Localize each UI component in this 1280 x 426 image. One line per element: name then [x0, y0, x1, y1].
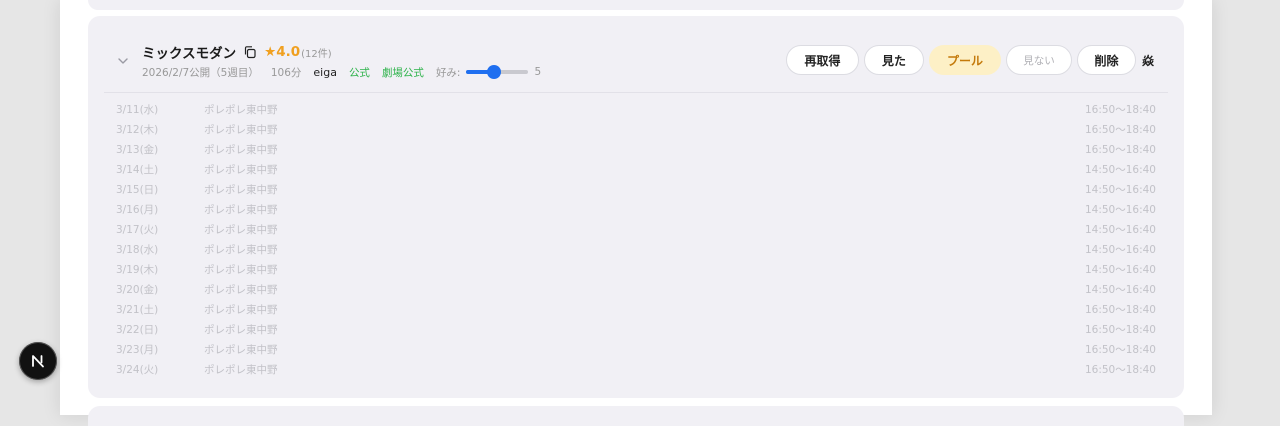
showtime-date: 3/16(月) — [116, 204, 159, 216]
showtime-venue: ポレポレ東中野 — [204, 344, 278, 356]
action-buttons: 再取得 見た プール 見ない 削除 焱 — [781, 45, 1156, 75]
divider — [104, 92, 1168, 93]
showtime-venue: ポレポレ東中野 — [204, 224, 278, 236]
showtime-date: 3/11(水) — [116, 104, 159, 116]
delete-button[interactable]: 削除 — [1077, 45, 1136, 75]
showtime-date: 3/19(木) — [116, 264, 159, 276]
showtime-date: 3/13(金) — [116, 144, 159, 156]
movie-card: ミックスモダン ★4.0 (12件) 2026/2/7公開（5週目） 106分 … — [88, 16, 1184, 398]
showtime-row: 3/17(火) ポレポレ東中野 14:50〜16:40 — [116, 218, 1156, 238]
showtime-time: 16:50〜18:40 — [1084, 124, 1156, 136]
showtime-time: 14:50〜16:40 — [1084, 244, 1156, 256]
showtime-row: 3/24(火) ポレポレ東中野 16:50〜18:40 — [116, 358, 1156, 378]
release-info: 2026/2/7公開（5週目） — [142, 66, 259, 79]
official-link[interactable]: 公式 — [349, 65, 370, 80]
next-logo-icon[interactable] — [19, 342, 57, 380]
showtime-row: 3/12(木) ポレポレ東中野 16:50〜18:40 — [116, 118, 1156, 138]
next-movie-card — [88, 406, 1184, 426]
truncated-action[interactable]: 焱 — [1142, 52, 1156, 69]
showtime-venue: ポレポレ東中野 — [204, 164, 278, 176]
n-letter — [32, 355, 44, 368]
showtime-time: 14:50〜16:40 — [1084, 264, 1156, 276]
showtime-date: 3/15(日) — [116, 184, 159, 196]
showtime-venue: ポレポレ東中野 — [204, 284, 278, 296]
preference-label: 好み: — [435, 66, 461, 79]
showtime-venue: ポレポレ東中野 — [204, 264, 278, 276]
showtime-venue: ポレポレ東中野 — [204, 184, 278, 196]
showtime-date: 3/20(金) — [116, 284, 159, 296]
showtime-row: 3/13(金) ポレポレ東中野 16:50〜18:40 — [116, 138, 1156, 158]
showtime-venue: ポレポレ東中野 — [204, 124, 278, 136]
showtime-row: 3/22(日) ポレポレ東中野 16:50〜18:40 — [116, 318, 1156, 338]
showtime-time: 14:50〜16:40 — [1084, 164, 1156, 176]
showtime-row: 3/19(木) ポレポレ東中野 14:50〜16:40 — [116, 258, 1156, 278]
showtime-venue: ポレポレ東中野 — [204, 304, 278, 316]
showtime-row: 3/18(水) ポレポレ東中野 14:50〜16:40 — [116, 238, 1156, 258]
showtime-venue: ポレポレ東中野 — [204, 104, 278, 116]
showtime-date: 3/24(火) — [116, 364, 159, 376]
runtime: 106分 — [270, 66, 302, 79]
showtime-date: 3/23(月) — [116, 344, 159, 356]
movie-meta: 2026/2/7公開（5週目） 106分 eiga 公式 劇場公式 好み: 5 — [142, 64, 541, 80]
showtime-time: 16:50〜18:40 — [1084, 144, 1156, 156]
showtime-time: 14:50〜16:40 — [1084, 224, 1156, 236]
rating: ★4.0 — [264, 44, 301, 60]
showtime-row: 3/23(月) ポレポレ東中野 16:50〜18:40 — [116, 338, 1156, 358]
showtime-date: 3/22(日) — [116, 324, 159, 336]
showtime-row: 3/21(土) ポレポレ東中野 16:50〜18:40 — [116, 298, 1156, 318]
showtime-venue: ポレポレ東中野 — [204, 364, 278, 376]
slider-thumb[interactable] — [487, 65, 502, 79]
showtime-venue: ポレポレ東中野 — [204, 144, 278, 156]
showtime-time: 16:50〜18:40 — [1084, 324, 1156, 336]
showtime-date: 3/14(土) — [116, 164, 159, 176]
preference-slider[interactable] — [466, 65, 529, 79]
showtime-list: 3/11(水) ポレポレ東中野 16:50〜18:40 3/12(木) ポレポレ東中野 1… — [116, 98, 1156, 378]
showtime-time: 14:50〜16:40 — [1084, 284, 1156, 296]
pool-button[interactable]: プール — [929, 45, 1001, 75]
showtime-row: 3/15(日) ポレポレ東中野 14:50〜16:40 — [116, 178, 1156, 198]
not-watching-button[interactable]: 見ない — [1006, 45, 1072, 75]
chevron-down-icon[interactable] — [116, 54, 130, 68]
showtime-time: 16:50〜18:40 — [1084, 304, 1156, 316]
showtime-time: 14:50〜16:40 — [1084, 184, 1156, 196]
showtime-time: 16:50〜18:40 — [1084, 344, 1156, 356]
showtime-row: 3/14(土) ポレポレ東中野 14:50〜16:40 — [116, 158, 1156, 178]
showtime-date: 3/17(火) — [116, 224, 159, 236]
showtime-row: 3/16(月) ポレポレ東中野 14:50〜16:40 — [116, 198, 1156, 218]
rating-count: (12件) — [301, 48, 332, 60]
showtime-date: 3/18(水) — [116, 244, 159, 256]
showtime-venue: ポレポレ東中野 — [204, 324, 278, 336]
watched-button[interactable]: 見た — [864, 45, 924, 75]
showtime-time: 16:50〜18:40 — [1084, 104, 1156, 116]
previous-movie-card — [88, 0, 1184, 10]
theater-official-link[interactable]: 劇場公式 — [382, 65, 424, 80]
showtime-venue: ポレポレ東中野 — [204, 204, 278, 216]
source-link[interactable]: eiga — [313, 66, 337, 79]
movie-title: ミックスモダン — [142, 46, 237, 62]
refetch-button[interactable]: 再取得 — [786, 45, 859, 75]
movie-header: ミックスモダン ★4.0 (12件) — [142, 42, 332, 62]
showtime-row: 3/20(金) ポレポレ東中野 14:50〜16:40 — [116, 278, 1156, 298]
showtime-date: 3/12(木) — [116, 124, 159, 136]
showtime-venue: ポレポレ東中野 — [204, 244, 278, 256]
copy-icon[interactable] — [243, 45, 257, 59]
preference-value: 5 — [534, 66, 542, 78]
showtime-date: 3/21(土) — [116, 304, 159, 316]
showtime-row: 3/11(水) ポレポレ東中野 16:50〜18:40 — [116, 98, 1156, 118]
showtime-time: 14:50〜16:40 — [1084, 204, 1156, 216]
showtime-time: 16:50〜18:40 — [1084, 364, 1156, 376]
page: ミックスモダン ★4.0 (12件) 2026/2/7公開（5週目） 106分 … — [60, 0, 1212, 426]
